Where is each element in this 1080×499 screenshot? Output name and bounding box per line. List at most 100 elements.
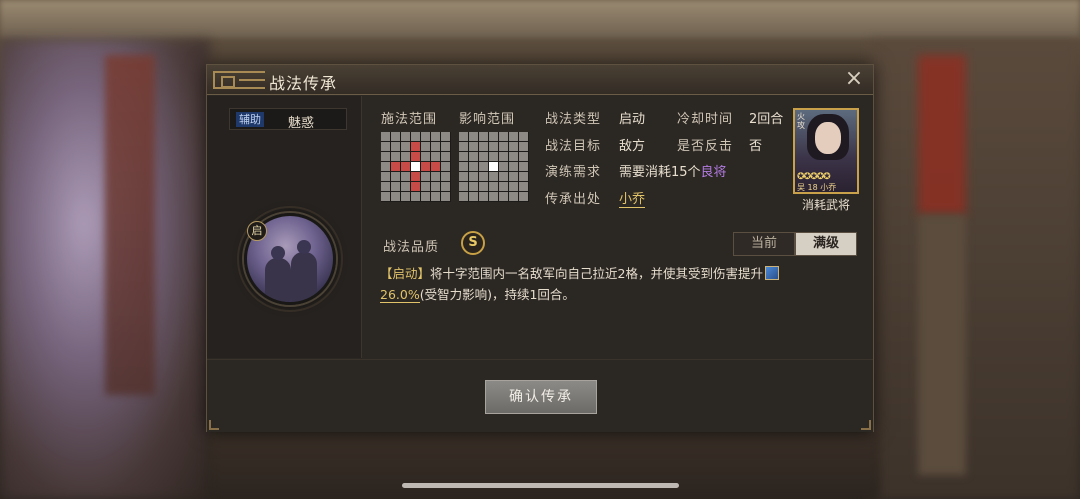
figure-right-icon [291,240,317,302]
range-cell [381,132,390,141]
train-value: 需要消耗15个良将 [619,161,727,180]
background-right-strip [918,215,966,475]
hero-corner-text: 火攻 [797,112,805,130]
train-label: 演练需求 [545,165,602,180]
range-cell [499,132,508,141]
range-cell [401,192,410,201]
range-cell [381,192,390,201]
range-cell [391,132,400,141]
range-cell [421,182,430,191]
range-cell [441,162,450,171]
description-value: 26.0% [380,287,420,303]
range-cell [431,142,440,151]
skill-name-row: 辅助 魅惑 [229,108,347,131]
range-cell [381,172,390,181]
range-cell [391,152,400,161]
range-cell [411,152,420,161]
range-cell [479,182,488,191]
range-cell [441,182,450,191]
background-top-bar [0,0,1080,38]
home-indicator[interactable] [402,483,679,488]
range-cell [469,182,478,191]
range-cell [519,132,528,141]
source-hero-link[interactable]: 小乔 [619,192,646,208]
tab-max-level[interactable]: 满级 [795,232,857,256]
skill-detail-pane: 施法范围 影响范围 战法类型 启动 冷却时间 2回合 战法目标 敌方 是否反击 … [363,96,873,358]
range-cell [421,162,430,171]
range-cell [479,132,488,141]
title-ornament-icon [213,71,265,89]
range-cell [441,192,450,201]
range-cell [519,142,528,151]
range-cell [391,182,400,191]
skill-type-tag: 辅助 [236,112,264,127]
range-cell [499,172,508,181]
source-value: 小乔 [619,188,646,208]
range-cell [519,182,528,191]
range-cell [411,172,420,181]
range-cell [381,152,390,161]
hero-faction: 吴 [797,183,805,192]
range-cell [421,192,430,201]
range-cell [441,172,450,181]
range-cell [381,182,390,191]
dialog-footer: 确认传承 [207,359,873,432]
range-cell [479,172,488,181]
range-cell [431,152,440,161]
quality-grade-badge: S [461,231,485,255]
range-cell [459,132,468,141]
range-cell [519,172,528,181]
range-cell [509,162,518,171]
range-cell [431,162,440,171]
hero-card[interactable]: 火攻 ✪✪✪✪✪ 吴 18 小乔 [793,108,859,194]
background-left-banner [105,55,155,395]
intelligence-icon [764,266,779,280]
range-cell [469,192,478,201]
range-cell [401,142,410,151]
range-cell [441,142,450,151]
range-cell [441,132,450,141]
skill-inheritance-dialog: 战法传承 × 辅助 魅惑 启 施法范围 影响范围 战法类型 启动 冷却时间 2回… [206,64,874,432]
range-cell [401,182,410,191]
range-cell [489,182,498,191]
counter-value: 否 [749,139,763,154]
counter-label: 是否反击 [677,139,734,154]
range-cell [499,142,508,151]
source-label: 传承出处 [545,192,602,207]
range-cell [441,152,450,161]
range-cell [431,182,440,191]
quality-label: 战法品质 [383,240,440,255]
range-cell [509,152,518,161]
range-cell [401,152,410,161]
range-cell [411,132,420,141]
dialog-title-bar: 战法传承 × [207,65,873,95]
confirm-inherit-button[interactable]: 确认传承 [485,380,597,414]
range-cell [421,152,430,161]
range-cell [459,172,468,181]
hero-face [815,122,841,154]
range-cell [509,182,518,191]
effect-range-grid [459,132,529,202]
range-cell [509,142,518,151]
range-cell [489,132,498,141]
range-cell [469,162,478,171]
range-cell [431,192,440,201]
range-cell [391,192,400,201]
range-cell [509,192,518,201]
figure-left-icon [265,246,291,302]
train-highlight: 良将 [700,165,727,180]
dialog-title: 战法传承 [269,74,338,93]
hero-name: 小乔 [820,183,837,192]
range-cell [489,152,498,161]
hero-caption: 消耗武将 [801,198,850,212]
target-value: 敌方 [619,139,646,154]
skill-type-label: 战法类型 [545,112,602,127]
range-cell [489,162,498,171]
range-cell [469,132,478,141]
close-icon[interactable]: × [843,68,865,91]
tab-current-level[interactable]: 当前 [733,232,795,256]
target-label: 战法目标 [545,139,602,154]
range-cell [411,182,420,191]
corner-ornament-icon [861,420,871,430]
range-cell [519,162,528,171]
